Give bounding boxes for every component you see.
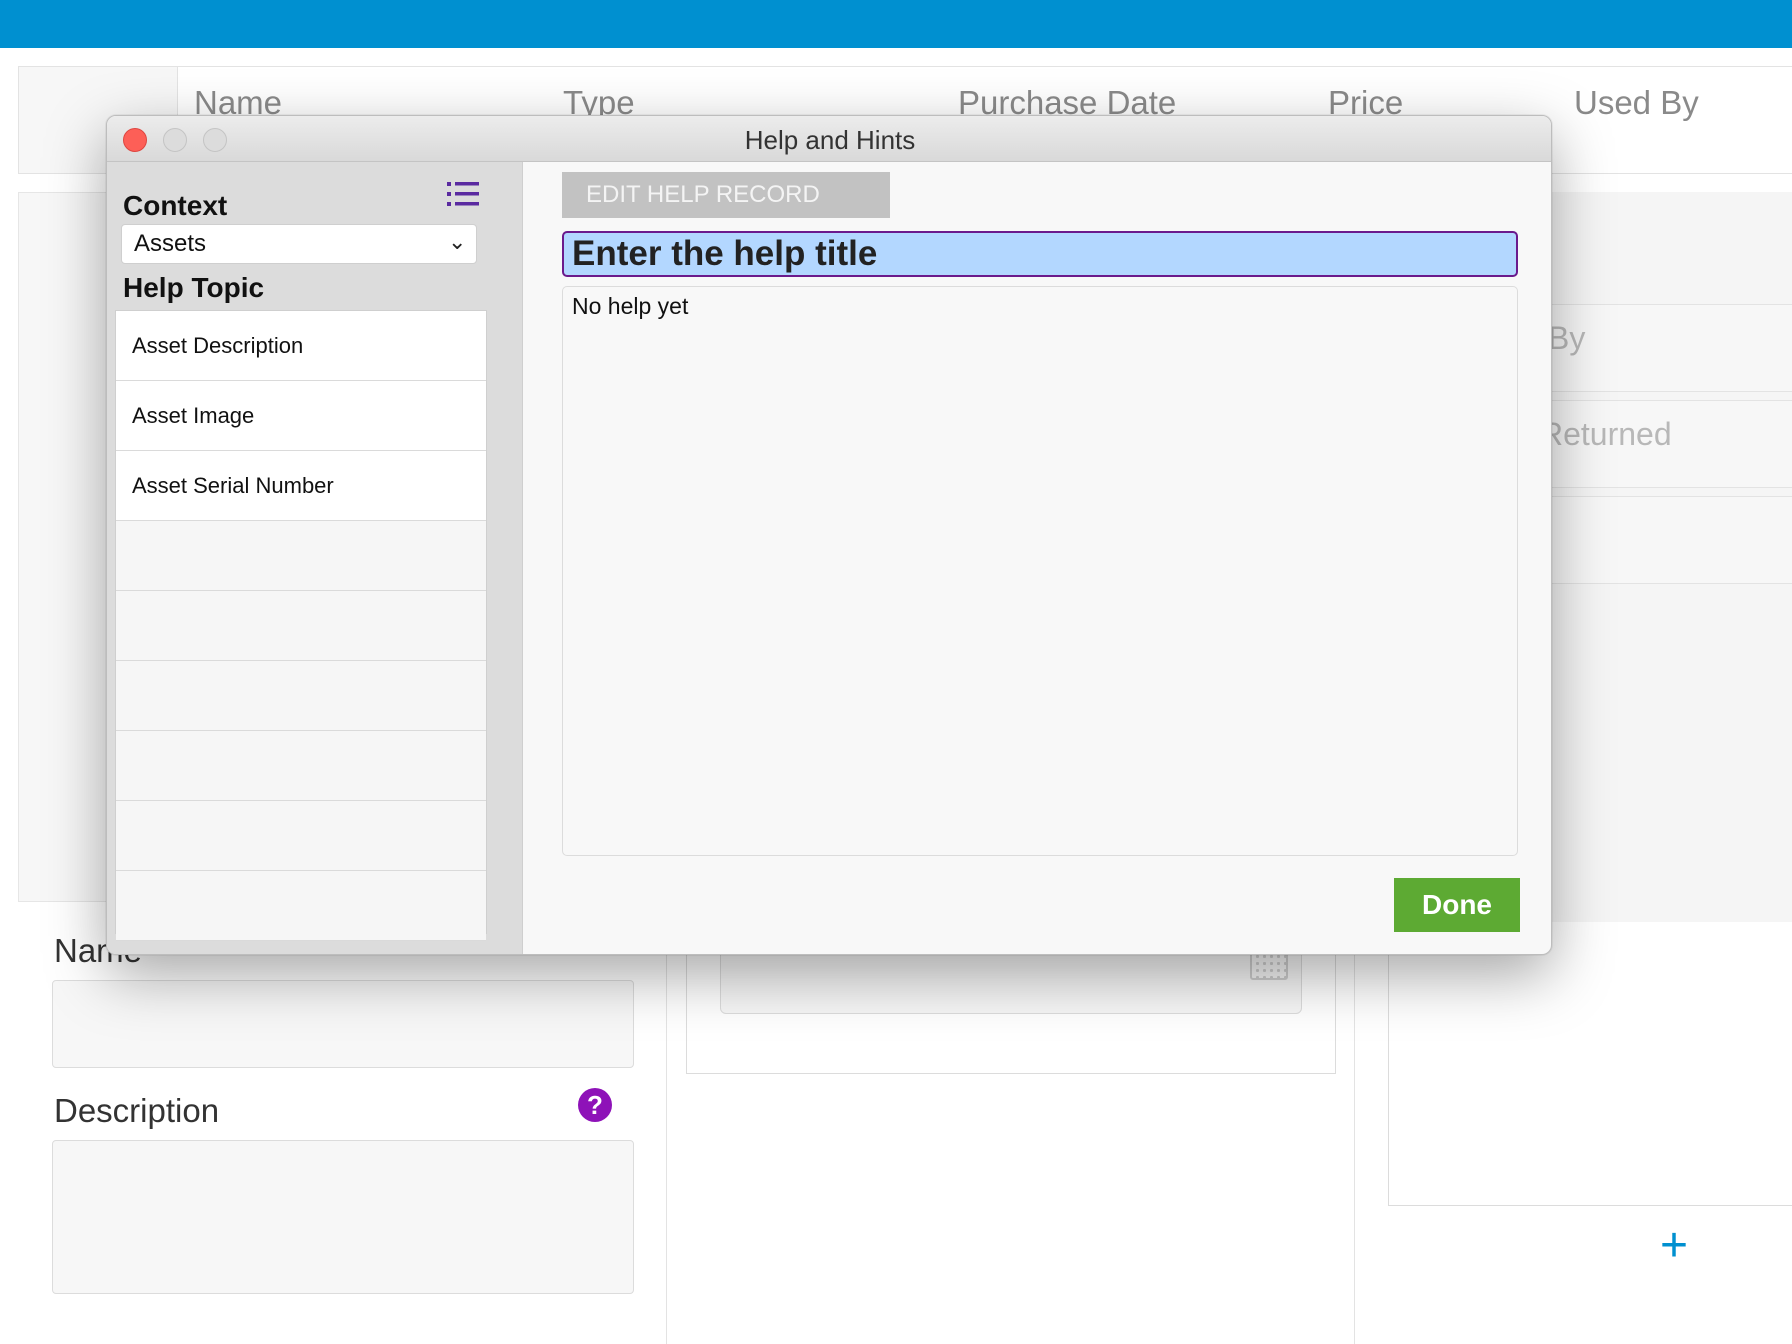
- help-topic-item[interactable]: [116, 521, 486, 591]
- help-topic-label: Help Topic: [123, 272, 265, 303]
- dialog-title: Help and Hints: [744, 125, 916, 155]
- help-topic-item[interactable]: Asset Description: [116, 311, 486, 381]
- help-topic-item[interactable]: [116, 871, 486, 941]
- help-topic-label-text: Asset Image: [132, 403, 255, 428]
- help-title-input[interactable]: [562, 231, 1518, 277]
- help-dialog: Help and Hints Context Assets ⌄ Help Top…: [106, 115, 1552, 955]
- help-body-text[interactable]: No help yet: [562, 286, 1518, 856]
- help-topic-item[interactable]: [116, 801, 486, 871]
- question-circle-icon[interactable]: ?: [578, 1088, 612, 1122]
- context-select-value: Assets: [134, 230, 207, 257]
- image-drop-box: [1388, 924, 1792, 1206]
- help-topic-item[interactable]: [116, 661, 486, 731]
- column-divider: [1354, 930, 1355, 1344]
- list-icon[interactable]: [447, 180, 479, 208]
- help-topic-label-text: Asset Description: [132, 333, 304, 358]
- help-sidebar: Context Assets ⌄ Help Topic Asset Descri…: [107, 162, 523, 954]
- context-label: Context: [123, 190, 228, 221]
- column-header-used-by[interactable]: Used By: [1574, 84, 1699, 122]
- description-label: Description: [54, 1092, 220, 1129]
- dialog-titlebar[interactable]: Help and Hints: [107, 116, 1551, 162]
- background-used-by-field: [1552, 304, 1792, 392]
- help-topic-list: Asset Description Asset Image Asset Seri…: [115, 310, 487, 941]
- help-topic-item[interactable]: Asset Image: [116, 381, 486, 451]
- background-extra-field: [1552, 496, 1792, 584]
- background-returned-label: Returned: [1540, 416, 1672, 452]
- app-top-bar: [0, 0, 1792, 48]
- help-topic-item[interactable]: [116, 731, 486, 801]
- context-select[interactable]: Assets ⌄: [121, 224, 477, 264]
- add-icon[interactable]: +: [1660, 1222, 1688, 1270]
- edit-help-record-button[interactable]: EDIT HELP RECORD: [562, 172, 890, 218]
- help-topic-item[interactable]: Asset Serial Number: [116, 451, 486, 521]
- column-divider: [666, 930, 667, 1344]
- name-field[interactable]: [52, 980, 634, 1068]
- chevron-down-icon: ⌄: [448, 229, 467, 254]
- help-topic-item[interactable]: [116, 591, 486, 661]
- help-topic-label-text: Asset Serial Number: [132, 473, 334, 498]
- background-used-by-label: By: [1548, 320, 1586, 356]
- done-button[interactable]: Done: [1394, 878, 1520, 932]
- description-field[interactable]: [52, 1140, 634, 1294]
